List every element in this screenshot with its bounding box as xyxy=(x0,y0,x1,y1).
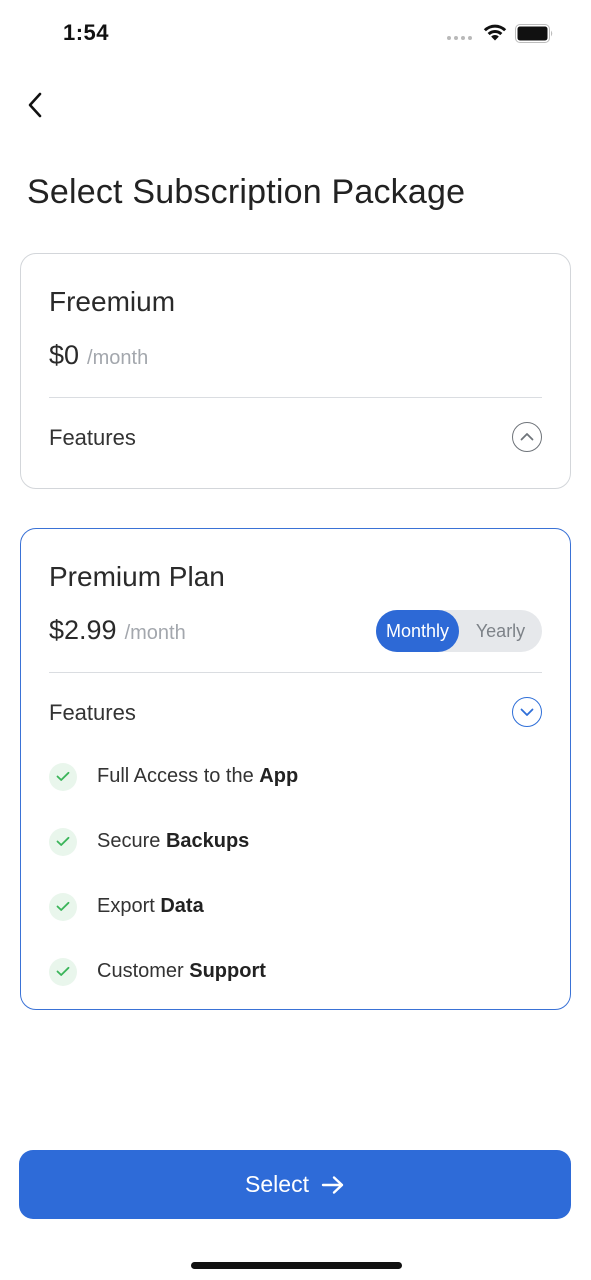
feature-item: Secure Backups xyxy=(49,809,298,874)
status-bar: 1:54 xyxy=(0,0,591,70)
arrow-right-icon xyxy=(321,1175,344,1194)
price-row: $2.99 /month xyxy=(49,615,186,646)
chevron-down-icon xyxy=(520,708,534,716)
check-icon xyxy=(49,957,77,986)
check-icon xyxy=(49,827,77,856)
check-icon xyxy=(49,892,77,921)
wifi-icon xyxy=(483,24,507,41)
feature-text: Secure Backups xyxy=(97,830,250,852)
billing-period-toggle[interactable]: Monthly Yearly xyxy=(376,610,542,652)
plan-name: Premium Plan xyxy=(49,561,225,592)
divider xyxy=(49,672,542,673)
feature-text: Full Access to the App xyxy=(97,765,299,787)
chevron-left-icon xyxy=(28,92,42,118)
divider xyxy=(49,397,542,398)
feature-item: Full Access to the App xyxy=(49,744,298,809)
battery-icon xyxy=(515,24,553,43)
feature-text: Customer Support xyxy=(97,960,266,982)
home-indicator xyxy=(191,1262,402,1269)
price-row: $0 /month xyxy=(49,340,148,371)
plan-card-premium[interactable]: Premium Plan $2.99 /month Monthly Yearly… xyxy=(20,528,571,1010)
price-period: /month xyxy=(87,347,149,369)
price-period: /month xyxy=(124,622,186,644)
price-amount: $2.99 xyxy=(49,615,117,645)
select-label: Select xyxy=(245,1171,309,1197)
plan-card-freemium[interactable]: Freemium $0 /month Features xyxy=(20,253,571,489)
page-title: Select Subscription Package xyxy=(27,173,466,211)
feature-item: Customer Support xyxy=(49,939,298,1004)
feature-list: Full Access to the App Secure Backups Ex… xyxy=(49,744,298,1004)
back-button[interactable] xyxy=(18,88,52,122)
toggle-monthly[interactable]: Monthly xyxy=(376,610,459,652)
plan-name: Freemium xyxy=(49,286,176,317)
cellular-signal-icon xyxy=(447,36,472,40)
features-toggle-button[interactable] xyxy=(512,422,542,452)
price-amount: $0 xyxy=(49,340,80,370)
features-label: Features xyxy=(49,700,136,725)
features-label: Features xyxy=(49,425,136,450)
feature-item: Export Data xyxy=(49,874,298,939)
status-time: 1:54 xyxy=(63,20,110,45)
feature-text: Export Data xyxy=(97,895,204,917)
select-button[interactable]: Select xyxy=(19,1150,571,1219)
features-toggle-button[interactable] xyxy=(512,697,542,727)
toggle-yearly[interactable]: Yearly xyxy=(459,610,542,652)
chevron-up-icon xyxy=(520,433,534,441)
check-icon xyxy=(49,762,77,791)
